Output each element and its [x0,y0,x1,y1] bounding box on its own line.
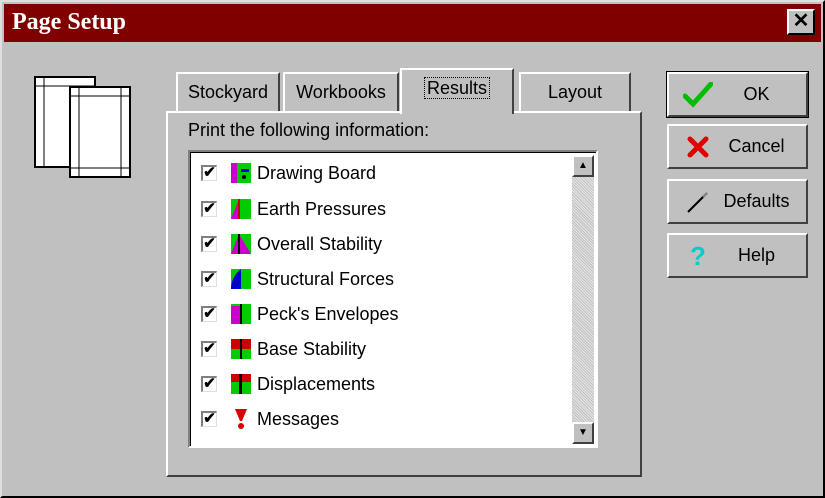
displacements-icon [231,374,251,394]
vertical-scrollbar[interactable]: ▲ ▼ [572,155,594,444]
messages-icon [235,409,247,429]
list-item[interactable]: ✔ Messages [201,404,339,434]
tab-workbooks[interactable]: Workbooks [283,72,399,112]
displacements-checkbox[interactable]: ✔ [201,376,217,392]
drawing-board-checkbox[interactable]: ✔ [201,165,217,181]
page-setup-icon [34,76,131,178]
base-stability-checkbox[interactable]: ✔ [201,341,217,357]
list-item[interactable]: ✔ Structural Forces [201,264,394,294]
scroll-down-button[interactable]: ▼ [572,422,594,444]
messages-checkbox[interactable]: ✔ [201,411,217,427]
checkmark-icon [681,80,715,110]
list-item[interactable]: ✔ Drawing Board [201,158,376,188]
cancel-button[interactable]: Cancel [667,124,808,169]
tab-stockyard[interactable]: Stockyard [176,72,280,112]
ok-button[interactable]: OK [666,71,809,118]
cross-icon [681,132,715,162]
help-button[interactable]: ? Help [667,233,808,278]
title-bar[interactable]: Page Setup ✕ [4,4,821,42]
question-mark-icon: ? [690,240,706,271]
earth-pressures-icon [231,199,251,219]
window-title: Page Setup [12,9,126,35]
print-info-label: Print the following information: [188,120,430,140]
drawing-board-icon [231,163,251,183]
overall-stability-checkbox[interactable]: ✔ [201,236,217,252]
pecks-envelopes-icon [231,304,251,324]
close-button[interactable]: ✕ [787,9,815,35]
list-item[interactable]: ✔ Peck's Envelopes [201,299,399,329]
list-item[interactable]: ✔ Displacements [201,369,375,399]
structural-forces-checkbox[interactable]: ✔ [201,271,217,287]
pecks-envelopes-checkbox[interactable]: ✔ [201,306,217,322]
list-item[interactable]: ✔ Overall Stability [201,229,382,259]
overall-stability-icon [231,234,251,254]
earth-pressures-checkbox[interactable]: ✔ [201,201,217,217]
scroll-up-button[interactable]: ▲ [572,155,594,177]
list-item[interactable]: ✔ Base Stability [201,334,366,364]
wand-icon [681,187,715,217]
list-item[interactable]: ✔ Earth Pressures [201,194,386,224]
base-stability-icon [231,339,251,359]
tab-layout[interactable]: Layout [519,72,631,112]
tab-results[interactable]: Results [400,68,514,114]
defaults-button[interactable]: Defaults [667,179,808,224]
print-items-list[interactable]: ✔ Drawing Board ✔ Earth Pressures ✔ Over… [188,150,598,448]
structural-forces-icon [231,269,251,289]
